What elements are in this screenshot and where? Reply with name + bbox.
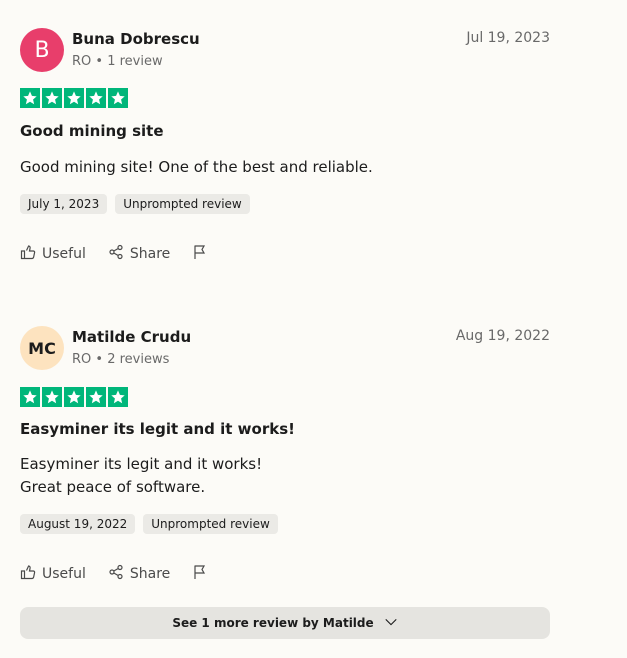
share-button[interactable]: Share: [108, 564, 170, 584]
review-body-line: Great peace of software.: [20, 478, 206, 496]
flag-icon: [192, 244, 208, 264]
reviewer-name[interactable]: Buna Dobrescu: [72, 30, 200, 48]
review-actions: Useful Share: [20, 564, 230, 584]
see-more-reviews-button[interactable]: See 1 more review by Matilde: [20, 607, 550, 639]
avatar[interactable]: B: [20, 28, 64, 72]
report-button[interactable]: [192, 244, 208, 264]
review-actions: Useful Share: [20, 244, 230, 264]
review-body: Easyminer its legit and it works! Great …: [20, 453, 262, 499]
share-label: Share: [129, 566, 171, 582]
star-icon: [86, 88, 106, 108]
report-button[interactable]: [192, 564, 208, 584]
useful-button[interactable]: Useful: [20, 564, 86, 584]
review-title[interactable]: Good mining site: [20, 122, 164, 140]
avatar[interactable]: MC: [20, 326, 64, 370]
share-label: Share: [129, 246, 171, 262]
star-icon: [108, 387, 128, 407]
useful-button[interactable]: Useful: [20, 244, 86, 264]
useful-label: Useful: [42, 566, 86, 582]
star-icon: [64, 88, 84, 108]
thumbs-up-icon: [20, 564, 36, 584]
review-body-line: Good mining site! One of the best and re…: [20, 158, 373, 176]
star-icon: [42, 88, 62, 108]
share-icon: [108, 564, 124, 584]
review-date: Jul 19, 2023: [466, 30, 550, 46]
star-rating: [20, 387, 128, 407]
flag-icon: [192, 564, 208, 584]
review-body-line: Easyminer its legit and it works!: [20, 455, 263, 473]
review-tags: August 19, 2022 Unprompted review: [20, 514, 278, 534]
share-button[interactable]: Share: [108, 244, 170, 264]
star-rating: [20, 88, 128, 108]
star-icon: [42, 387, 62, 407]
review-body: Good mining site! One of the best and re…: [20, 156, 373, 179]
share-icon: [108, 244, 124, 264]
thumbs-up-icon: [20, 244, 36, 264]
star-icon: [86, 387, 106, 407]
chevron-down-icon: [384, 615, 398, 632]
star-icon: [108, 88, 128, 108]
experience-date-tag: August 19, 2022: [20, 514, 136, 534]
experience-date-tag: July 1, 2023: [20, 194, 108, 214]
star-icon: [20, 88, 40, 108]
unprompted-review-tag[interactable]: Unprompted review: [143, 514, 278, 534]
reviewer-meta: RO • 2 reviews: [72, 352, 170, 367]
star-icon: [20, 387, 40, 407]
review-tags: July 1, 2023 Unprompted review: [20, 194, 250, 214]
reviewer-meta: RO • 1 review: [72, 54, 163, 69]
see-more-label: See 1 more review by Matilde: [172, 616, 374, 630]
unprompted-review-tag[interactable]: Unprompted review: [115, 194, 250, 214]
star-icon: [64, 387, 84, 407]
useful-label: Useful: [42, 246, 86, 262]
review-title[interactable]: Easyminer its legit and it works!: [20, 420, 295, 438]
reviewer-name[interactable]: Matilde Crudu: [72, 328, 191, 346]
review-date: Aug 19, 2022: [455, 328, 550, 344]
